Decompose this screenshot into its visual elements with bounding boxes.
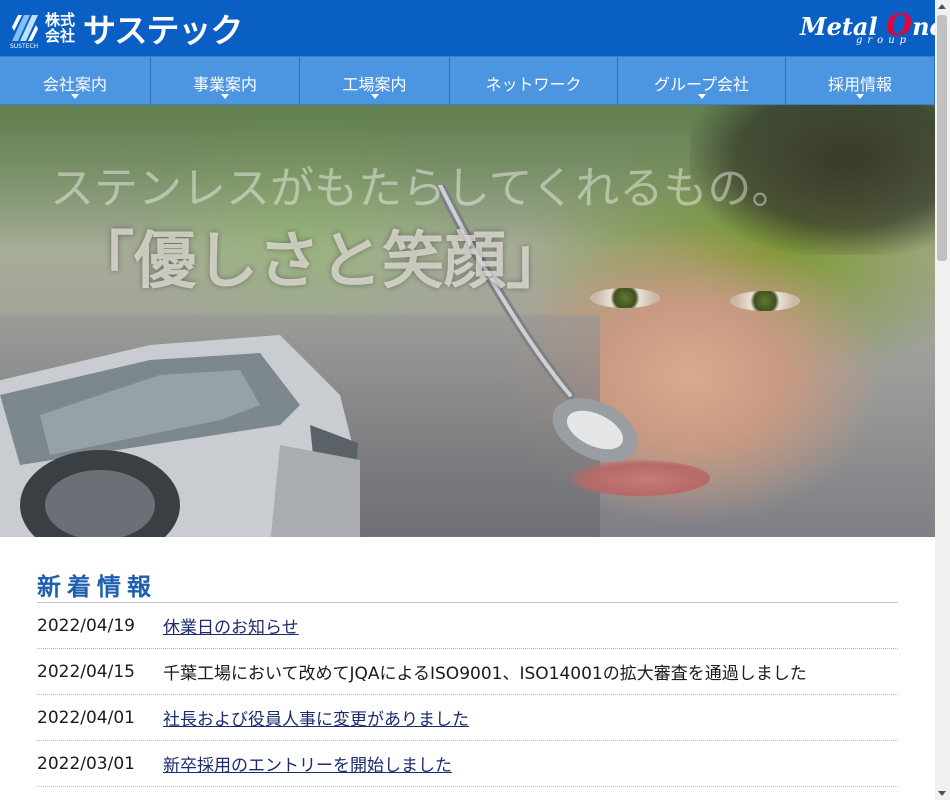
nav-item-label: ネットワーク [485, 75, 582, 94]
news-date: 2022/04/15 [37, 661, 135, 682]
car-image-icon [0, 335, 360, 537]
news-link[interactable]: 新卒採用のエントリーを開始しました [163, 751, 452, 776]
nav-item-network[interactable]: ネットワーク [449, 57, 617, 104]
nav-item-company[interactable]: 会社案内 [0, 57, 150, 104]
nav-item-group-companies[interactable]: グループ会社 [617, 57, 785, 104]
nav-item-label: グループ会社 [653, 75, 750, 94]
metal-one-group-logo[interactable]: Metal One group [800, 8, 935, 50]
chevron-down-icon [370, 94, 379, 99]
news-link[interactable]: 社長および役員人事に変更がありました [163, 705, 469, 730]
logo-subtext: SUSTECH [10, 43, 39, 50]
group-logo-text-part: ne [912, 12, 935, 41]
chevron-down-icon [697, 94, 706, 99]
news-date: 2022/03/01 [37, 753, 135, 774]
scroll-up-arrow-icon[interactable] [938, 4, 946, 9]
nav-item-business[interactable]: 事業案内 [150, 57, 299, 104]
hero-banner: ステンレスがもたらしてくれるもの。 「優しさと笑顔」 [0, 105, 935, 537]
page: SUSTECH 株式会社 サステック Metal One group 会社案内 … [0, 0, 935, 800]
news-date: 2022/04/01 [37, 707, 135, 728]
nav-item-label: 採用情報 [827, 75, 892, 94]
nav-item-factory[interactable]: 工場案内 [299, 57, 449, 104]
news-link[interactable]: 休業日のお知らせ [163, 613, 299, 638]
news-text: 千葉工場において改めてJQAによるISO9001、ISO14001の拡大審査を通… [163, 664, 807, 684]
news-section-title: 新着情報 [37, 572, 898, 603]
chevron-down-icon [71, 94, 79, 99]
vertical-scrollbar[interactable] [935, 0, 950, 800]
news-date: 2022/04/19 [37, 615, 135, 636]
hero-tagline: 「優しさと笑顔」 [72, 224, 569, 297]
sustech-logo-mark-icon: SUSTECH [10, 13, 40, 50]
scrollbar-thumb[interactable] [937, 15, 947, 261]
chevron-down-icon [856, 94, 864, 99]
group-logo-subtext: group [856, 35, 912, 46]
nav-item-label: 会社案内 [42, 75, 107, 94]
logo-company-name: サステック [83, 11, 243, 50]
news-item: 2022/03/01 新卒採用のエントリーを開始しました [37, 741, 898, 787]
news-item: 2022/04/01 社長および役員人事に変更がありました [37, 695, 898, 741]
hero-headline: ステンレスがもたらしてくれるもの。 [50, 163, 796, 214]
nav-item-label: 工場案内 [342, 75, 407, 94]
company-logo[interactable]: SUSTECH 株式会社 サステック [10, 8, 243, 50]
global-nav: 会社案内 事業案内 工場案内 ネットワーク グループ会社 採用情報 [0, 56, 935, 105]
chevron-down-icon [221, 94, 229, 99]
news-item: 2022/04/19 休業日のお知らせ [37, 603, 898, 649]
site-header: SUSTECH 株式会社 サステック Metal One group [0, 0, 935, 56]
nav-item-recruit[interactable]: 採用情報 [785, 57, 935, 104]
news-section: 新着情報 2022/04/19 休業日のお知らせ 2022/04/15 千葉工場… [37, 572, 898, 787]
scroll-down-arrow-icon[interactable] [938, 791, 946, 796]
logo-kabushikigaisha: 株式会社 [45, 11, 76, 45]
nav-item-label: 事業案内 [192, 75, 257, 94]
news-item: 2022/04/15 千葉工場において改めてJQAによるISO9001、ISO1… [37, 649, 898, 695]
hero-eye [730, 291, 800, 311]
